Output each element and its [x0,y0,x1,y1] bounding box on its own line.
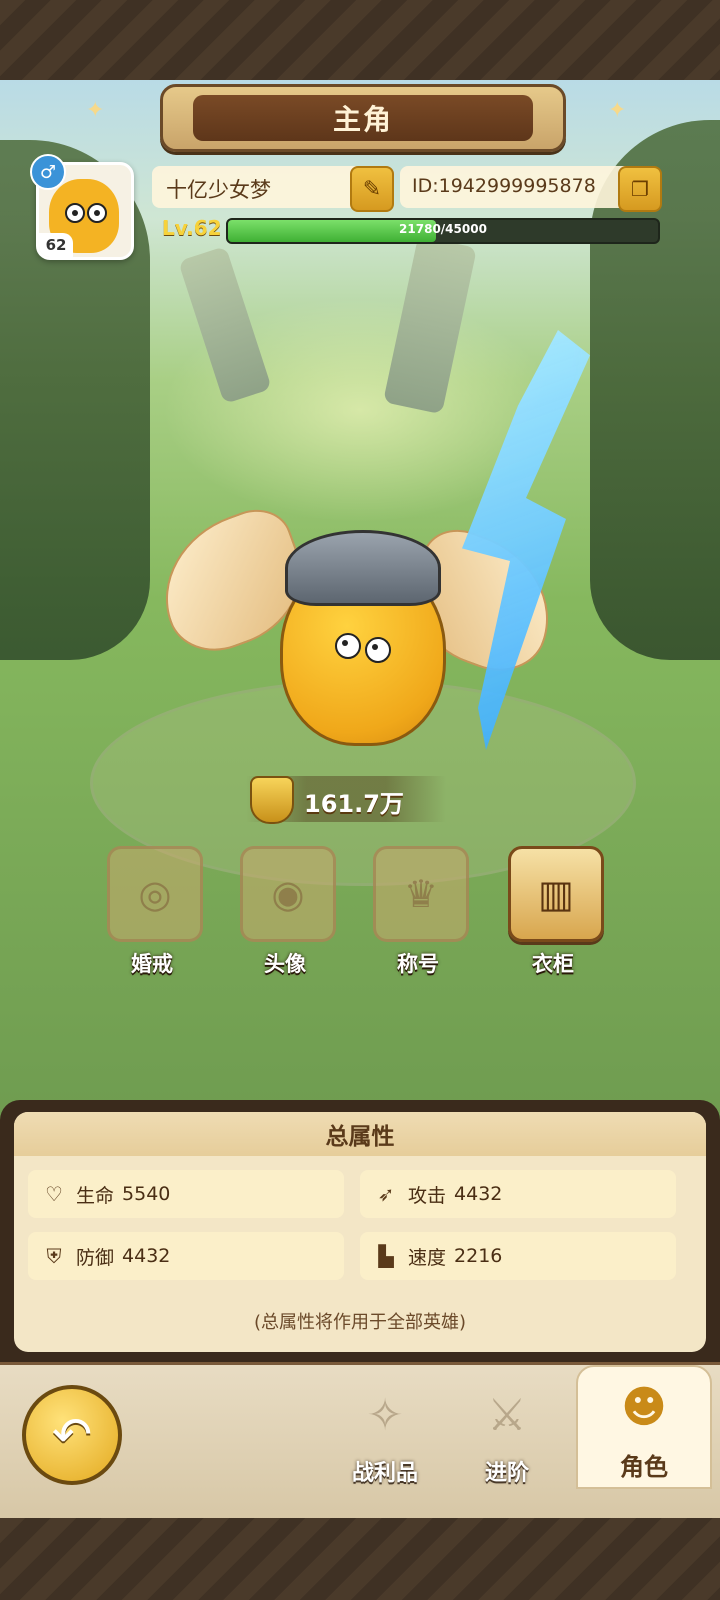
title-banner: 主角 [160,84,566,152]
page-title: 主角 [332,103,393,136]
feature-label: 衣柜 [532,952,574,976]
horned-helmet [285,530,441,606]
avatar-level-badge: 62 [39,233,73,257]
shield-icon: ⛨ [46,1244,62,1268]
stat-label: 防御 [76,1246,115,1269]
edit-name-button[interactable]: ✎ [350,166,394,212]
eye-icon [335,633,361,659]
player-id: ID:1942999995878 [412,175,596,197]
stat-value: 4432 [454,1183,503,1205]
back-arrow-icon: ↶ [51,1407,93,1463]
wardrobe-icon: ▥ [508,846,604,942]
panel-header: 总属性 [14,1112,706,1156]
total-stats-panel: 总属性 ♡ 生命 5540 ➶ 攻击 4432 ⛨ 防御 4432 ▙ 速度 2… [0,1100,720,1362]
hero-character[interactable] [143,330,640,780]
title-crown-icon: ♛ [373,846,469,942]
standing-stone [382,235,478,415]
standing-stone [178,245,272,405]
stat-label: 攻击 [408,1184,447,1207]
stat-attack: ➶ 攻击 4432 [360,1170,676,1218]
title-banner-inner: 主角 [193,95,533,141]
sword-badge-icon [250,776,294,824]
xp-progress-bar: 21780/45000 [226,218,660,244]
stat-value: 4432 [122,1245,171,1267]
sparkle-icon: ✦ [86,98,105,123]
combat-power-value: 161.7万 [304,790,404,818]
feature-label: 头像 [264,952,306,976]
nav-label: 进阶 [484,1461,529,1486]
feature-title[interactable]: ♛ 称号 [373,846,469,978]
nav-label: 角色 [620,1453,668,1481]
stat-label: 生命 [76,1184,115,1207]
boot-icon: ▙ [378,1244,394,1268]
heart-icon: ♡ [45,1182,63,1206]
feature-wardrobe[interactable]: ▥ 衣柜 [508,846,604,978]
stat-hp: ♡ 生命 5540 [28,1170,344,1218]
nav-character[interactable]: ☻ 角色 [576,1365,712,1489]
feature-label: 婚戒 [131,952,173,976]
stat-defense: ⛨ 防御 4432 [28,1232,344,1280]
stat-speed: ▙ 速度 2216 [360,1232,676,1280]
back-button[interactable]: ↶ [22,1385,122,1485]
ring-icon: ◎ [107,846,203,942]
nav-label: 战利品 [351,1461,418,1486]
attack-icon: ➶ [377,1182,395,1206]
player-name: 十亿少女梦 [166,178,271,202]
stat-value: 2216 [454,1245,503,1267]
nav-advance[interactable]: ⚔ 进阶 [452,1375,562,1495]
stats-note: (总属性将作用于全部英雄) [253,1312,467,1333]
character-icon: ☻ [621,1381,667,1433]
gender-male-icon: ♂ [30,154,66,190]
bottom-navigation: ↶ ✧ 战利品 ⚔ 进阶 ☻ 角色 [0,1362,720,1521]
feature-avatar[interactable]: ◉ 头像 [240,846,336,978]
copy-id-button[interactable]: ❐ [618,166,662,212]
stat-value: 5540 [122,1183,171,1205]
advance-icon: ⚔ [487,1389,527,1441]
feature-wedding-ring[interactable]: ◎ 婚戒 [107,846,203,978]
eye-icon [365,637,391,663]
bottom-frame-band [0,1518,720,1600]
feature-label: 称号 [397,952,439,976]
player-level: Lv.62 [162,216,222,240]
eye-icon [87,203,107,223]
copy-icon: ❐ [631,177,649,201]
total-stats-panel-inner: 总属性 ♡ 生命 5540 ➶ 攻击 4432 ⛨ 防御 4432 ▙ 速度 2… [14,1112,706,1352]
panel-title: 总属性 [325,1124,395,1150]
sparkle-icon: ✦ [608,98,627,123]
xp-progress-text: 21780/45000 [399,222,487,236]
nav-loot[interactable]: ✧ 战利品 [330,1375,440,1495]
stat-label: 速度 [408,1246,447,1269]
top-frame-band [0,0,720,80]
pencil-icon: ✎ [362,176,382,202]
loot-icon: ✧ [366,1389,404,1441]
eye-icon [65,203,85,223]
avatar-frame-icon: ◉ [240,846,336,942]
